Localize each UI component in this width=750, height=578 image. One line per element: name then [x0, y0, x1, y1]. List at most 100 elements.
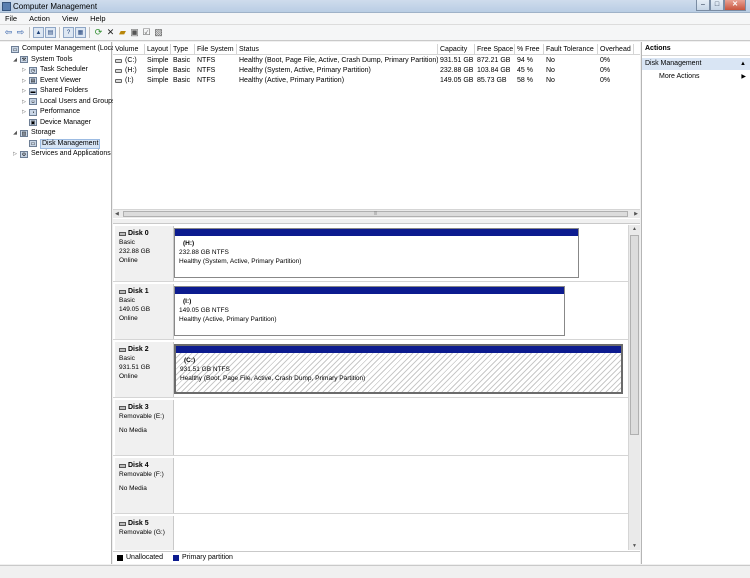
actions-section-disk-management[interactable]: Disk Management ▲	[642, 58, 750, 70]
tree-item[interactable]: ▷ ▬ Shared Folders	[21, 86, 88, 96]
disk-name-label: Disk 5	[128, 520, 149, 527]
disk-type: Removable (E:)	[119, 413, 165, 420]
tree-item[interactable]: ▷ ▤ Event Viewer	[21, 76, 81, 86]
storage-icon: ▥	[20, 129, 28, 137]
scroll-thumb[interactable]	[630, 235, 639, 435]
disk-name: Disk 5	[119, 519, 173, 528]
partition-block[interactable]: (C:) 931.51 GB NTFS Healthy (Boot, Page Fi…	[174, 344, 623, 394]
column-header[interactable]: File System	[195, 44, 237, 55]
delete-icon[interactable]: ✕	[105, 27, 116, 38]
scroll-down-icon[interactable]: ▼	[632, 543, 637, 549]
menu-help[interactable]: Help	[90, 13, 105, 24]
disk-info[interactable]: Disk 0 Basic 232.88 GB Online	[115, 226, 174, 281]
scroll-up-icon[interactable]: ▲	[632, 226, 637, 232]
volume-name: (I:)	[125, 77, 134, 84]
scroll-thumb[interactable]: ⦙⦙⦙	[123, 211, 628, 217]
show-hide-tree-icon[interactable]: ▤	[45, 27, 56, 38]
format-icon[interactable]: ▧	[153, 27, 164, 38]
disk-info[interactable]: Disk 1 Basic 149.05 GB Online	[115, 284, 174, 339]
disk-row[interactable]: Disk 5 Removable (G:)	[113, 515, 628, 550]
partition-block[interactable]: (I:) 149.05 GB NTFS Healthy (Active, Prima…	[174, 286, 565, 336]
horizontal-scrollbar[interactable]: ◀ ⦙⦙⦙ ▶	[113, 209, 640, 218]
vertical-scrollbar[interactable]: ▲ ▼	[628, 225, 640, 550]
table-cell: NTFS	[197, 57, 216, 64]
table-cell: 0%	[600, 57, 611, 64]
table-row[interactable]: (H:) Simple Basic NTFS Healthy (System, Acti…	[113, 66, 640, 76]
disk-name-label: Disk 4	[128, 462, 149, 469]
table-row[interactable]: (C:) Simple Basic NTFS Healthy (Boot, Page F…	[113, 56, 640, 66]
close-button[interactable]: ✕	[724, 0, 746, 11]
disk-row[interactable]: Disk 2 Basic 931.51 GB Online (C:) 931.51 GB …	[113, 341, 628, 398]
menu-action[interactable]: Action	[29, 13, 50, 24]
window-controls: – □ ✕	[696, 0, 746, 11]
drive-icon	[115, 59, 122, 63]
column-header[interactable]: Layout	[145, 44, 171, 55]
refresh-icon[interactable]: ⟳	[93, 27, 104, 38]
column-header[interactable]: Free Space	[475, 44, 515, 55]
table-cell: No	[546, 67, 555, 74]
table-cell: Basic	[173, 57, 191, 64]
scroll-right-icon[interactable]: ▶	[634, 210, 638, 218]
column-header[interactable]: % Free	[515, 44, 544, 55]
title-bar: Computer Management – □ ✕	[0, 0, 750, 13]
disk-row[interactable]: Disk 1 Basic 149.05 GB Online (I:) 149.05 GB …	[113, 283, 628, 340]
tree-item[interactable]: ▷ ◔ Performance	[21, 107, 80, 117]
expand-arrow-icon[interactable]: ▷	[21, 86, 27, 96]
column-header[interactable]: Volume	[113, 44, 145, 55]
menu-view[interactable]: View	[62, 13, 78, 24]
back-arrow-icon[interactable]: ⇦	[3, 27, 14, 38]
tree-item[interactable]: ▣ Device Manager	[21, 118, 91, 128]
column-header[interactable]: Type	[171, 44, 195, 55]
minimize-button[interactable]: –	[696, 0, 710, 11]
disk-info[interactable]: Disk 5 Removable (G:)	[115, 516, 174, 550]
volume-name: (H:)	[125, 67, 137, 74]
tree-item[interactable]: ◢ ⚒ System Tools	[12, 55, 73, 65]
collapse-arrow-icon[interactable]: ◢	[12, 128, 18, 138]
up-folder-icon[interactable]: ▲	[33, 27, 44, 38]
help-icon[interactable]: ?	[63, 27, 74, 38]
disk-info[interactable]: Disk 2 Basic 931.51 GB Online	[115, 342, 174, 397]
open-icon[interactable]: ▰	[117, 27, 128, 38]
column-header[interactable]: Status	[237, 44, 438, 55]
expand-arrow-icon[interactable]: ▷	[21, 107, 27, 117]
pane-splitter[interactable]	[113, 219, 640, 224]
disk-icon	[119, 347, 126, 352]
forward-arrow-icon[interactable]: ⇨	[15, 27, 26, 38]
partition-text: (I:) 149.05 GB NTFS Healthy (Active, Prima…	[175, 294, 564, 324]
properties-icon[interactable]: ▦	[75, 27, 86, 38]
tree-item[interactable]: ▷ ⚙ Services and Applications	[12, 149, 111, 159]
partition-size: 149.05 GB NTFS	[179, 307, 229, 314]
save-icon[interactable]: ▣	[129, 27, 140, 38]
disk-row[interactable]: Disk 4 Removable (F:) No Media	[113, 457, 628, 514]
scroll-left-icon[interactable]: ◀	[115, 210, 119, 218]
actions-pane: Actions Disk Management ▲ More Actions ▶	[641, 42, 750, 564]
maximize-button[interactable]: □	[710, 0, 724, 11]
more-actions-link[interactable]: More Actions ▶	[642, 70, 750, 84]
disk-info[interactable]: Disk 4 Removable (F:) No Media	[115, 458, 174, 513]
column-header[interactable]: Fault Tolerance	[544, 44, 598, 55]
partition-block[interactable]: (H:) 232.88 GB NTFS Healthy (System, Activ…	[174, 228, 579, 278]
tree-item[interactable]: ▷ ◷ Task Scheduler	[21, 65, 88, 75]
tree-item[interactable]: ◢ ▥ Storage	[12, 128, 56, 138]
disk-icon	[119, 289, 126, 294]
check-disk-icon[interactable]: ☑	[141, 27, 152, 38]
menu-file[interactable]: File	[5, 13, 17, 24]
expand-arrow-icon[interactable]: ▷	[21, 76, 27, 86]
collapse-arrow-icon[interactable]: ◢	[12, 55, 18, 65]
tree-item[interactable]: ▷ ☺ Local Users and Groups	[21, 97, 115, 107]
tree-item[interactable]: ▭ Disk Management	[21, 138, 101, 149]
disk-row[interactable]: Disk 0 Basic 232.88 GB Online (H:) 232.88 GB …	[113, 225, 628, 282]
computer-management-icon	[2, 2, 11, 11]
table-row[interactable]: (I:) Simple Basic NTFS Healthy (Active, Prim…	[113, 76, 640, 86]
expand-arrow-icon[interactable]: ▷	[12, 149, 18, 159]
expand-arrow-icon[interactable]: ▷	[21, 97, 27, 107]
disk-info[interactable]: Disk 3 Removable (E:) No Media	[115, 400, 174, 455]
table-cell: Basic	[173, 77, 191, 84]
expand-arrow-icon[interactable]: ▷	[21, 65, 27, 75]
column-header[interactable]: Overhead	[598, 44, 634, 55]
tree-item[interactable]: ▭ Computer Management (Local	[3, 44, 117, 54]
disk-row[interactable]: Disk 3 Removable (E:) No Media	[113, 399, 628, 456]
collapse-icon[interactable]: ▲	[740, 58, 746, 70]
disk-state: Online	[119, 257, 138, 264]
column-header[interactable]: Capacity	[438, 44, 475, 55]
